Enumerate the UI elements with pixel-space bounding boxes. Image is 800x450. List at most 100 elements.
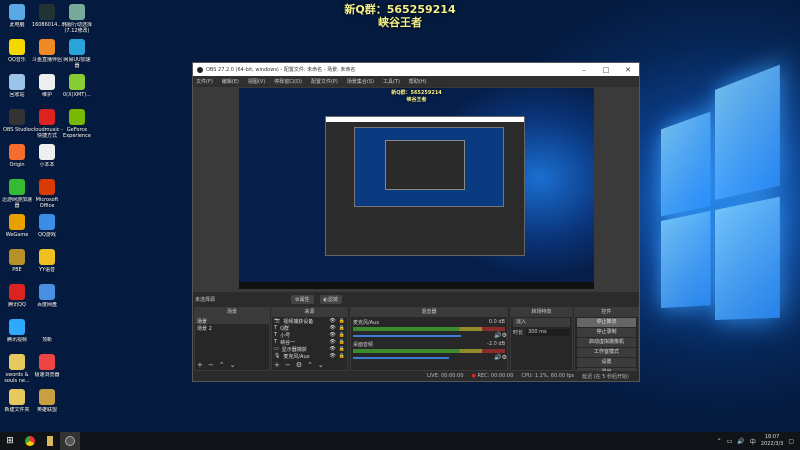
desktop-icon[interactable]: 极速浏览器 [31,354,63,378]
source-item[interactable]: 🎙 麦克风/Aux 👁 🔒 [272,352,347,360]
app-icon [39,109,55,125]
desktop-icon[interactable]: WeGame [1,214,33,238]
down-icon[interactable]: ⌄ [318,361,324,369]
eye-icon[interactable]: 👁 [329,346,335,352]
lock-icon[interactable]: 🔒 [339,339,345,345]
desktop-icon[interactable]: 迅游网游加速器 [1,179,33,209]
maximize-button[interactable]: □ [595,66,617,74]
desktop-icon[interactable]: 网易UU加速器 [61,39,93,69]
volume-slider[interactable] [353,334,461,337]
control-button[interactable]: 工作室模式 [577,348,636,357]
remove-icon[interactable]: − [285,361,291,369]
menu-item[interactable]: 停靠窗口(D) [274,78,302,85]
desktop-icon[interactable]: 0(X(XMT)... [61,74,93,98]
clock[interactable]: 18:07 2022/3/3 [761,434,783,448]
desktop-icon[interactable]: Microsoft Office [31,179,63,209]
control-button[interactable]: 停止推流 [577,318,636,327]
eye-icon[interactable]: 👁 [329,353,335,359]
desktop-icon[interactable]: 回收站 [1,74,33,98]
tray-chevron-icon[interactable]: ⌃ [717,438,722,445]
up-icon[interactable]: ⌃ [219,361,225,369]
desktop-icon[interactable]: QQ游戏 [31,214,63,238]
ime-icon[interactable]: 中 [750,437,756,446]
source-item[interactable]: T 峡谷一 👁 🔒 [272,338,347,346]
lock-icon[interactable]: 🔒 [339,353,345,359]
lock-icon[interactable]: 🔒 [339,325,345,331]
eye-icon[interactable]: 👁 [329,325,335,331]
properties-button[interactable]: ⚙属性 [291,295,314,304]
menu-item[interactable]: 工具(T) [383,78,400,85]
desktop-icon[interactable]: cloudmusic - 快捷方式 [31,109,63,139]
network-icon[interactable]: ▭ [727,438,733,445]
duration-input[interactable]: 300 ms [526,329,570,336]
transition-select[interactable]: 淡入 [513,318,570,327]
desktop-icon-label: 韩服行动选择(7.12修改) [61,22,92,34]
desktop-icon[interactable]: 新建文件夹 [1,389,33,413]
app-icon [39,214,55,230]
control-button[interactable]: 停止录制 [577,328,636,337]
desktop-icon[interactable]: GeForce Experience [61,109,93,139]
speaker-icon[interactable]: 🔊⚙ [494,332,507,339]
lock-icon[interactable]: 🔒 [339,318,345,324]
desktop-icon[interactable]: QQ音乐 [1,39,33,63]
up-icon[interactable]: ⌃ [307,361,313,369]
eye-icon[interactable]: 👁 [329,318,335,324]
source-item[interactable]: ▭ 显示器捕获 👁 🔒 [272,345,347,353]
eye-icon[interactable]: 👁 [329,339,335,345]
source-label: 视频捕获设备 [283,319,314,325]
control-button[interactable]: 启动虚拟摄像机 [577,338,636,347]
app-icon [39,74,55,90]
desktop-icon[interactable]: 小本本 [31,144,63,168]
menu-item[interactable]: 编辑(E) [222,78,239,85]
desktop-icon[interactable]: Origin [1,144,33,168]
desktop-icon-label: 小本本 [39,162,55,168]
menu-item[interactable]: 场景集合(S) [347,78,374,85]
desktop-icon[interactable]: YY语音 [31,249,63,273]
menu-item[interactable]: 帮助(H) [409,78,427,85]
gear-icon[interactable]: ⚙ [296,361,302,369]
desktop-icon[interactable]: swords & souls ne... [1,354,33,384]
menu-item[interactable]: 文件(F) [196,78,213,85]
add-icon[interactable]: + [197,361,203,369]
down-icon[interactable]: ⌄ [230,361,236,369]
desktop-icon[interactable]: 16086014... [31,4,63,28]
desktop-icon[interactable]: 维护 [31,74,63,98]
scene-item[interactable]: 场景 [195,317,269,325]
desktop-icon[interactable]: OBS Studio [1,109,33,133]
obs-taskbar-icon[interactable] [60,432,80,450]
start-button[interactable]: ⊞ [0,432,20,450]
scene-item[interactable]: 场景 2 [195,324,269,332]
desktop-icon[interactable]: 斗鱼直播伴侣 [31,39,63,63]
desktop-icon[interactable]: 韩服行动选择(7.12修改) [61,4,93,34]
control-button[interactable]: 设置 [577,358,636,367]
desktop-icon[interactable]: PBE [1,249,33,273]
close-button[interactable]: ✕ [617,66,639,74]
desktop-icon[interactable]: 百度网盘 [31,284,63,308]
desktop-icon[interactable]: 腾讯视频 [1,319,33,343]
desktop-icon[interactable]: 顶新 [31,319,63,343]
eye-icon[interactable]: 👁 [329,332,335,338]
lock-icon[interactable]: 🔒 [339,346,345,352]
lock-icon[interactable]: 🔒 [339,332,345,338]
filters-button[interactable]: ◐滤镜 [319,295,342,304]
source-item[interactable]: 📷 视频捕获设备 👁 🔒 [272,317,347,325]
source-item[interactable]: T Q群 👁 🔒 [272,324,347,332]
notification-icon[interactable]: ▢ [788,438,794,445]
volume-slider[interactable] [353,356,449,359]
remove-icon[interactable]: − [208,361,214,369]
speaker-icon[interactable]: 🔊⚙ [494,354,507,361]
desktop-icon[interactable]: 英雄联盟 [31,389,63,413]
chrome-taskbar-icon[interactable] [20,432,40,450]
source-item[interactable]: T 小号 👁 🔒 [272,331,347,339]
menu-item[interactable]: 配置文件(P) [311,78,338,85]
add-icon[interactable]: + [274,361,280,369]
controls-dock: 控件 停止推流停止录制启动虚拟摄像机工作室模式设置退出 [574,307,639,377]
desktop-icon[interactable]: 此电脑 [1,4,33,28]
volume-icon[interactable]: 🔊 [737,438,744,445]
menu-item[interactable]: 视图(V) [248,78,265,85]
mixer-header: 混音器 [351,308,507,317]
desktop-icon[interactable]: 腾讯QQ [1,284,33,308]
minimize-button[interactable]: – [573,66,595,74]
preview-name-text: 峡谷王者 [406,97,427,103]
file-taskbar-icon[interactable] [40,432,60,450]
